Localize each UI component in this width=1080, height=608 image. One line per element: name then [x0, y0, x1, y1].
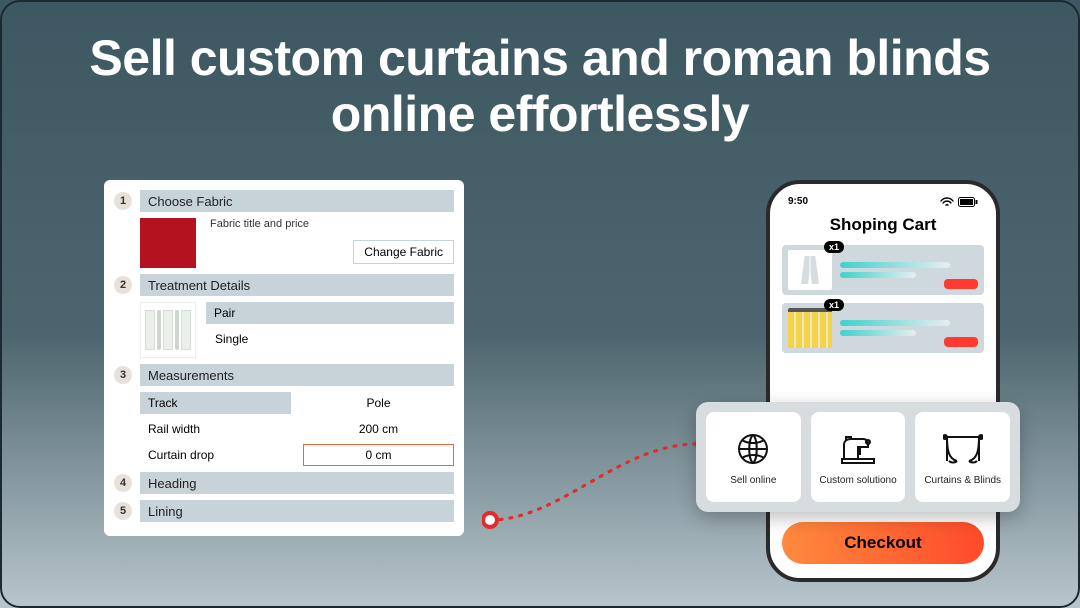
rail-width-value[interactable]: 200 cm [303, 418, 454, 440]
fabric-swatch[interactable] [140, 218, 196, 268]
feature-label: Curtains & Blinds [924, 475, 1001, 486]
checkout-button[interactable]: Checkout [782, 522, 984, 564]
step-number: 4 [114, 474, 132, 492]
step-row-1: 1 Choose Fabric [114, 190, 454, 212]
cart-item-price [944, 279, 978, 289]
treatment-option-single[interactable]: Single [206, 328, 454, 350]
cart-item-lines [840, 320, 978, 336]
step-number: 1 [114, 192, 132, 210]
page-headline: Sell custom curtains and roman blinds on… [2, 2, 1078, 142]
qty-badge: x1 [824, 241, 844, 253]
configurator-panel: 1 Choose Fabric Fabric title and price C… [104, 180, 464, 536]
phone-time: 9:50 [788, 196, 808, 207]
change-fabric-button[interactable]: Change Fabric [353, 240, 454, 264]
globe-icon [733, 429, 773, 469]
feature-sell-online[interactable]: Sell online [706, 412, 801, 502]
measurement-mode-pole[interactable]: Pole [303, 392, 454, 414]
step-row-5: 5 Lining [114, 500, 454, 522]
wifi-icon [940, 197, 954, 207]
step-title[interactable]: Lining [140, 500, 454, 522]
feature-strip: Sell online Custom solutiono Curtains & … [696, 402, 1020, 512]
cart-item-price [944, 337, 978, 347]
cart-item[interactable]: x1 [782, 245, 984, 295]
phone-mockup: 9:50 Shoping Cart x1 x1 Checkout [766, 180, 1000, 582]
connector-line [482, 432, 712, 532]
battery-icon [958, 197, 978, 207]
step-number: 2 [114, 276, 132, 294]
step-number: 3 [114, 366, 132, 384]
cart-item[interactable]: x1 [782, 303, 984, 353]
step-title[interactable]: Treatment Details [140, 274, 454, 296]
feature-curtains-blinds[interactable]: Curtains & Blinds [915, 412, 1010, 502]
step-row-4: 4 Heading [114, 472, 454, 494]
measurement-mode-track[interactable]: Track [140, 392, 291, 414]
curtain-drop-label: Curtain drop [140, 444, 291, 466]
cart-item-thumb [788, 308, 832, 348]
step-title[interactable]: Heading [140, 472, 454, 494]
feature-label: Sell online [730, 475, 776, 486]
step-row-3: 3 Measurements [114, 364, 454, 386]
step-title[interactable]: Measurements [140, 364, 454, 386]
sewing-machine-icon [838, 429, 878, 469]
cart-item-thumb [788, 250, 832, 290]
cart-item-lines [840, 262, 978, 278]
curtain-icon [943, 429, 983, 469]
curtain-drop-value[interactable]: 0 cm [303, 444, 454, 466]
treatment-option-pair[interactable]: Pair [206, 302, 454, 324]
fabric-subtitle: Fabric title and price [206, 218, 454, 230]
step-title[interactable]: Choose Fabric [140, 190, 454, 212]
treatment-preview-icon [140, 302, 196, 358]
step-row-2: 2 Treatment Details [114, 274, 454, 296]
rail-width-label: Rail width [140, 418, 291, 440]
feature-custom-solution[interactable]: Custom solutiono [811, 412, 906, 502]
phone-statusbar: 9:50 [782, 194, 984, 211]
qty-badge: x1 [824, 299, 844, 311]
phone-title: Shoping Cart [782, 215, 984, 235]
step-number: 5 [114, 502, 132, 520]
feature-label: Custom solutiono [819, 475, 896, 486]
